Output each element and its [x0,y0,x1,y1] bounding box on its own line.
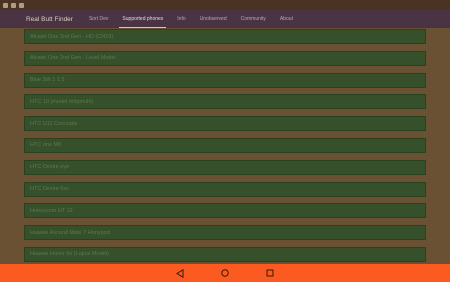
recents-button[interactable] [265,268,275,278]
list-item[interactable]: HTC Desire eye [24,159,426,175]
tab-supported-phones[interactable]: Supported phones [115,10,170,28]
notification-icon [11,2,16,8]
home-button[interactable] [220,268,230,278]
list-item[interactable]: Alcatel One 2nd Gen - Level Model [24,50,426,66]
home-icon [221,269,229,277]
list-item[interactable]: HTC one M8 [24,137,426,153]
notification-icon [19,2,24,8]
app-title: Real Butt Finder [26,15,73,23]
list-item[interactable]: Alcatel One 2nd Gen - HD (CN19) [24,29,426,44]
tab-unobserved[interactable]: Unobserved [193,10,234,28]
list-item[interactable]: Huawei Honor 6x (Lupus Model) [24,246,426,262]
tab-info[interactable]: Info [170,10,192,28]
app-bar: Real Butt Finder Sort Dev Supported phon… [0,10,450,28]
list-item[interactable]: HTC U11 Concepts [24,116,426,132]
list-item[interactable]: Honeycom HT 12 [24,203,426,219]
recents-icon [266,269,274,277]
back-icon [176,268,184,278]
back-button[interactable] [175,268,185,278]
list-item[interactable]: Blue Sth 1 1 5 [24,72,426,88]
list-item[interactable]: HTC Desire 6xx [24,181,426,197]
tab-community[interactable]: Community [234,10,273,28]
notification-icon [3,2,8,8]
list-item[interactable]: Huawei Ascend Mate 7 Honypod [24,225,426,241]
list-item[interactable]: HTC 10 (model m9pmuhl) [24,94,426,110]
status-bar [0,0,450,10]
navigation-bar [0,264,450,282]
device-list: Alcatel One 2nd Gen - HD (CN19) Alcatel … [24,29,426,269]
tab-about[interactable]: About [273,10,300,28]
tab-sort-dev[interactable]: Sort Dev [82,10,115,28]
